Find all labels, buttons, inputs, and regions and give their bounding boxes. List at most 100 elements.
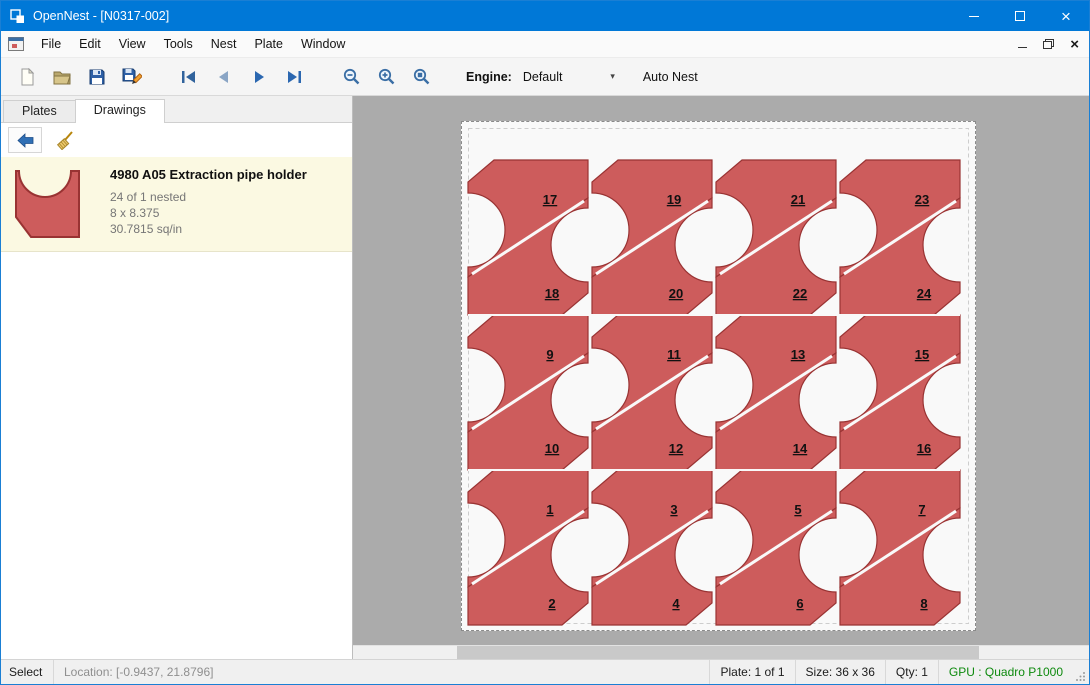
zoom-in-button[interactable] <box>370 62 402 92</box>
part-number: 8 <box>920 596 927 611</box>
part-number: 11 <box>667 347 681 362</box>
menu-item-window[interactable]: Window <box>292 32 354 56</box>
open-button[interactable] <box>46 62 78 92</box>
nested-part-pair[interactable]: 11 12 <box>592 315 712 470</box>
zoom-fit-button[interactable] <box>405 62 437 92</box>
import-drawing-button[interactable] <box>8 127 42 153</box>
nested-part-pair[interactable]: 910 <box>468 315 588 470</box>
nested-part-pair[interactable]: 34 <box>592 470 712 625</box>
status-bar: Select Location: [-0.9437, 21.8796] Plat… <box>1 659 1089 684</box>
part-number: 18 <box>545 286 559 301</box>
next-plate-button[interactable] <box>243 62 275 92</box>
document-icon <box>8 37 24 51</box>
mdi-restore-icon[interactable] <box>1043 39 1054 49</box>
window-controls: × <box>951 1 1089 31</box>
nested-part-pair[interactable]: 1718 <box>468 160 588 315</box>
part-number: 24 <box>917 286 932 301</box>
zoom-fit-icon <box>412 67 431 86</box>
window-title: OpenNest - [N0317-002] <box>33 9 169 23</box>
mdi-window-controls: × <box>1018 37 1079 52</box>
save-button[interactable] <box>81 62 113 92</box>
status-mode: Select <box>1 660 53 684</box>
save-edit-icon <box>122 67 142 87</box>
part-number: 1 <box>546 502 553 517</box>
mdi-close-icon[interactable]: × <box>1070 37 1079 52</box>
sidebar-empty-space <box>1 252 352 659</box>
drawing-size: 8 x 8.375 <box>110 205 307 221</box>
part-number: 9 <box>546 347 553 362</box>
new-button[interactable] <box>11 62 43 92</box>
nav-last-icon <box>285 68 303 86</box>
menu-item-file[interactable]: File <box>32 32 70 56</box>
clear-drawings-button[interactable] <box>49 127 83 153</box>
part-number: 12 <box>669 441 683 456</box>
engine-dropdown[interactable]: Default ▾ <box>519 67 619 87</box>
app-icon <box>10 9 25 24</box>
nav-previous-icon <box>215 68 233 86</box>
tab-plates[interactable]: Plates <box>3 100 76 122</box>
tab-drawings[interactable]: Drawings <box>75 99 165 123</box>
nested-part-pair[interactable]: 21 22 <box>716 160 836 315</box>
zoom-out-button[interactable] <box>335 62 367 92</box>
part-number: 2 <box>548 596 555 611</box>
drawing-item-text: 4980 A05 Extraction pipe holder 24 of 1 … <box>110 165 307 241</box>
menu-item-tools[interactable]: Tools <box>155 32 202 56</box>
part-number: 14 <box>793 441 808 456</box>
part-number: 4 <box>672 596 680 611</box>
close-button[interactable]: × <box>1043 1 1089 31</box>
horizontal-scrollbar[interactable] <box>353 645 1089 659</box>
menu-item-plate[interactable]: Plate <box>245 32 292 56</box>
maximize-button[interactable] <box>997 1 1043 31</box>
nav-first-icon <box>180 68 198 86</box>
plate-canvas[interactable]: 171819202122232491011121314151612345678 <box>353 96 1089 659</box>
menu-item-nest[interactable]: Nest <box>202 32 246 56</box>
new-file-icon <box>18 68 36 86</box>
sidebar-tabstrip: Plates Drawings <box>1 96 352 123</box>
engine-value: Default <box>523 70 563 84</box>
drawing-title: 4980 A05 Extraction pipe holder <box>110 167 307 182</box>
menu-item-edit[interactable]: Edit <box>70 32 110 56</box>
nested-part-pair[interactable]: 23 24 <box>840 160 960 315</box>
first-plate-button[interactable] <box>173 62 205 92</box>
maximize-icon <box>1015 11 1025 21</box>
minimize-button[interactable] <box>951 1 997 31</box>
nested-part-pair[interactable]: 56 <box>716 470 836 625</box>
part-number: 6 <box>796 596 803 611</box>
zoom-out-icon <box>342 67 361 86</box>
save-as-button[interactable] <box>116 62 148 92</box>
part-number: 23 <box>915 192 929 207</box>
part-number: 7 <box>918 502 925 517</box>
mdi-minimize-icon[interactable] <box>1018 47 1027 48</box>
drawing-list-item[interactable]: 4980 A05 Extraction pipe holder 24 of 1 … <box>1 157 352 252</box>
auto-nest-button[interactable]: Auto Nest <box>643 70 698 84</box>
import-arrow-icon <box>16 131 35 150</box>
resize-grip[interactable] <box>1073 660 1089 684</box>
menu-bar: File Edit View Tools Nest Plate Window × <box>1 31 1089 58</box>
title-bar: OpenNest - [N0317-002] × <box>1 1 1089 31</box>
part-number: 17 <box>543 192 557 207</box>
app-window: OpenNest - [N0317-002] × File Edit View … <box>0 0 1090 685</box>
nested-part-pair[interactable]: 1516 <box>840 315 960 470</box>
status-plate: Plate: 1 of 1 <box>710 660 794 684</box>
drawings-toolbar <box>1 123 352 157</box>
part-number: 22 <box>793 286 807 301</box>
broom-icon <box>56 130 76 150</box>
scrollbar-thumb[interactable] <box>457 646 979 659</box>
nav-next-icon <box>250 68 268 86</box>
previous-plate-button[interactable] <box>208 62 240 92</box>
part-number: 21 <box>791 192 805 207</box>
nested-part-pair[interactable]: 1920 <box>592 160 712 315</box>
nested-part-pair[interactable]: 1314 <box>716 315 836 470</box>
status-location: Location: [-0.9437, 21.8796] <box>54 660 709 684</box>
menu-item-view[interactable]: View <box>110 32 155 56</box>
grip-dots-icon <box>1076 671 1086 681</box>
nest-svg: 171819202122232491011121314151612345678 <box>462 122 975 630</box>
zoom-in-icon <box>377 67 396 86</box>
nested-part-pair[interactable]: 12 <box>468 470 588 625</box>
nested-part-pair[interactable]: 78 <box>840 470 960 625</box>
part-number: 20 <box>669 286 683 301</box>
drawing-area: 30.7815 sq/in <box>110 221 307 237</box>
plate-sheet: 171819202122232491011121314151612345678 <box>461 121 976 631</box>
part-number: 5 <box>794 502 801 517</box>
last-plate-button[interactable] <box>278 62 310 92</box>
